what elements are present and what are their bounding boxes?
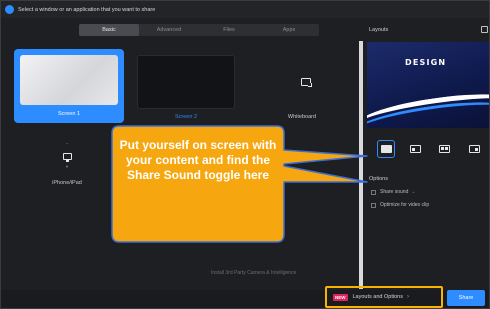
optimize-video-option[interactable]: Optimize for video clip	[371, 202, 429, 208]
chevron-down-icon[interactable]: ⌄	[411, 189, 415, 195]
pip-layout-icon	[438, 145, 450, 153]
layouts-panel: Layouts DESIGN Options Share sound ⌄ Opt…	[363, 18, 489, 290]
screen-2-thumbnail	[137, 55, 235, 109]
share-sound-label: Share sound	[380, 189, 409, 195]
layout-split-button[interactable]	[465, 140, 483, 158]
zoom-app-icon	[5, 5, 14, 14]
layouts-and-options-button[interactable]: NEW Layouts and Options ›	[325, 286, 443, 308]
divider-dash: -	[65, 140, 69, 148]
full-screen-layout-icon	[380, 145, 392, 153]
bullet-dot: •	[65, 163, 69, 171]
screen-1-thumbnail	[20, 55, 118, 105]
share-sound-checkbox[interactable]	[371, 189, 376, 195]
phone-screen-icon	[62, 152, 72, 162]
screen-2-tile[interactable]: Screen 2	[137, 55, 235, 125]
optimize-video-checkbox[interactable]	[371, 202, 376, 208]
preview-text: DESIGN	[405, 58, 447, 67]
share-sound-option[interactable]: Share sound ⌄	[371, 189, 416, 195]
side-layout-icon	[409, 145, 421, 153]
options-label: Options	[369, 176, 388, 182]
layout-preview: DESIGN	[367, 42, 489, 128]
layout-picture-in-picture-button[interactable]	[435, 140, 453, 158]
screen-2-label: Screen 2	[174, 114, 197, 120]
chevron-right-icon: ›	[406, 294, 409, 300]
expand-icon[interactable]	[481, 26, 488, 33]
layout-side-button[interactable]	[406, 140, 424, 158]
tab-files[interactable]: Files	[199, 24, 259, 36]
optimize-video-label: Optimize for video clip	[380, 202, 430, 208]
new-badge: NEW	[333, 293, 348, 301]
title-bar: Select a window or an application that y…	[1, 1, 489, 18]
split-layout-icon	[468, 145, 480, 153]
tab-basic[interactable]: Basic	[79, 24, 139, 36]
instruction-callout: Put yourself on screen with your content…	[109, 124, 368, 245]
whiteboard-label: Whiteboard	[287, 114, 317, 120]
whiteboard-icon	[301, 78, 312, 87]
screen-1-tile[interactable]: Screen 1	[14, 49, 124, 123]
layouts-and-options-label: Layouts and Options	[352, 294, 403, 300]
screen-1-label: Screen 1	[57, 111, 80, 117]
window-title: Select a window or an application that y…	[18, 6, 156, 13]
share-button[interactable]: Share	[447, 290, 485, 306]
layouts-title: Layouts	[369, 27, 389, 33]
install-camera-link[interactable]: Install 3rd Party Camera & Intelligence	[211, 270, 296, 276]
tab-advanced[interactable]: Advanced	[139, 24, 199, 36]
iphone-ipad-tile[interactable]: - • iPhone/iPad	[37, 137, 97, 199]
share-screen-window: Select a window or an application that y…	[0, 0, 490, 309]
layout-full-screen-button[interactable]	[377, 140, 395, 158]
callout-text: Put yourself on screen with your content…	[119, 138, 277, 182]
iphone-ipad-label: iPhone/iPad	[52, 180, 82, 186]
layout-options	[377, 140, 489, 160]
share-tabs: Basic Advanced Files Apps	[79, 24, 319, 36]
tab-apps[interactable]: Apps	[259, 24, 319, 36]
whiteboard-tile[interactable]: Whiteboard	[251, 55, 353, 125]
